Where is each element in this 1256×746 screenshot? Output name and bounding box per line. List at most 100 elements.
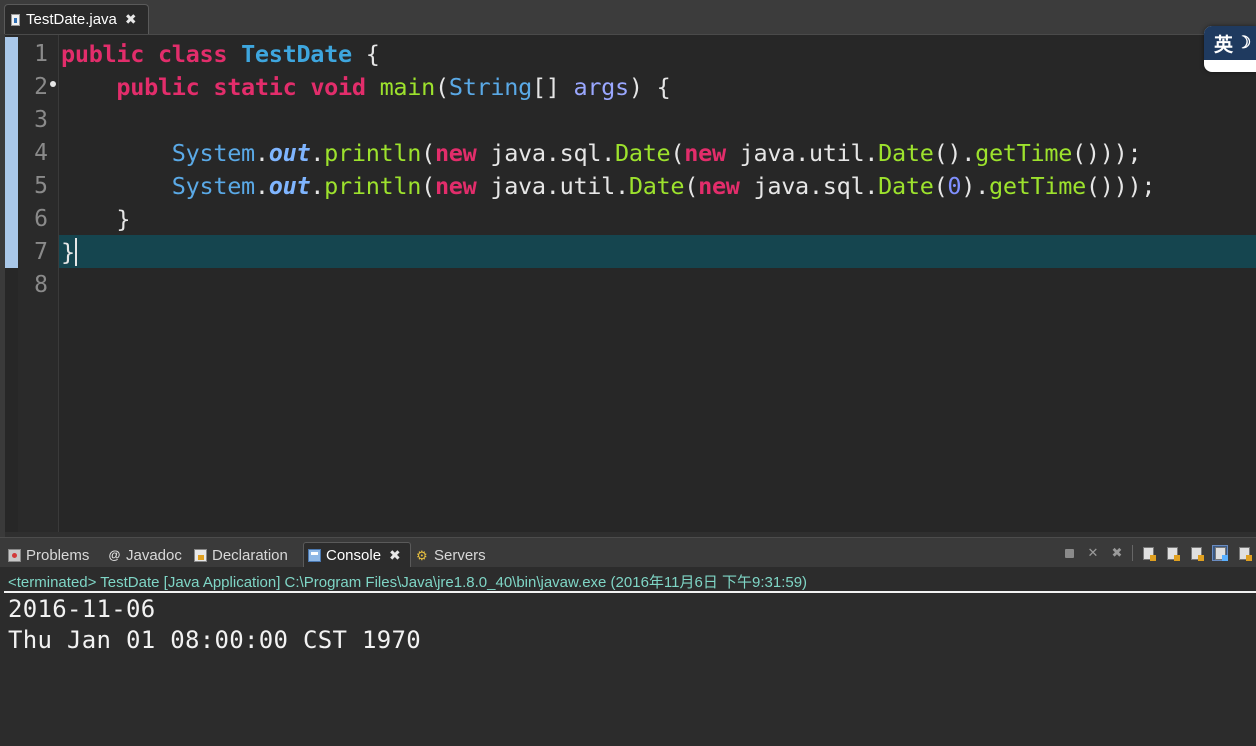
tab-label: Javadoc — [126, 546, 182, 564]
tab-label: Servers — [434, 546, 486, 564]
line-number: 4 — [34, 140, 48, 166]
paren: ( — [933, 172, 948, 200]
package-path: java.util. — [490, 172, 629, 200]
class-ref: Date — [628, 172, 685, 200]
clear-console-button[interactable] — [1140, 545, 1156, 561]
method-name: main — [379, 73, 436, 101]
brace: { — [365, 40, 380, 68]
code-line-5: System.out.println(new java.util.Date(ne… — [61, 170, 1156, 203]
current-line-highlight — [59, 235, 1256, 268]
package-path: java.sql. — [753, 172, 879, 200]
close-icon[interactable]: ✖ — [389, 547, 401, 564]
method-name: getTime — [988, 172, 1086, 200]
display-console-button[interactable] — [1236, 545, 1252, 561]
remove-icon: ✕ — [1087, 545, 1099, 560]
at-sign-icon: @ — [108, 547, 121, 562]
code-line-4: System.out.println(new java.sql.Date(new… — [61, 137, 1142, 170]
number-literal: 0 — [947, 172, 962, 200]
method-name: println — [324, 139, 422, 167]
code-line-1: public class TestDate { — [61, 38, 380, 71]
terminate-button[interactable] — [1061, 545, 1077, 561]
static-field: out — [268, 172, 311, 200]
brace: } — [61, 238, 75, 266]
text-caret — [75, 238, 77, 266]
change-ruler-marker — [5, 37, 18, 268]
code-editor[interactable]: 1 2 3 4 5 6 7 8 public class TestDate { … — [5, 34, 1256, 532]
remove-launch-button[interactable]: ✕ — [1085, 545, 1101, 561]
word-wrap-icon — [1190, 546, 1204, 561]
console-divider — [4, 591, 1256, 593]
fold-marker-icon[interactable] — [50, 81, 56, 87]
class-ref: Date — [878, 139, 934, 167]
stop-icon — [1064, 548, 1074, 558]
scroll-lock-button[interactable] — [1164, 545, 1180, 561]
console-output-line: 2016-11-06 — [8, 595, 156, 623]
word-wrap-button[interactable] — [1188, 545, 1204, 561]
clear-console-icon — [1142, 546, 1156, 561]
paren: ())); — [1085, 172, 1156, 200]
close-icon[interactable]: ✖ — [125, 11, 137, 28]
paren: ( — [421, 139, 435, 167]
pin-console-button[interactable] — [1212, 545, 1228, 561]
paren: ())); — [1072, 139, 1142, 167]
moon-icon: ☽ — [1236, 33, 1252, 52]
keyword: new — [434, 172, 477, 200]
pin-console-icon — [1214, 546, 1228, 561]
console-icon — [308, 549, 321, 562]
keyword: public — [116, 73, 200, 101]
tab-console[interactable]: Console ✖ — [303, 542, 411, 568]
editor-tab-label: TestDate.java — [26, 11, 117, 28]
method-name: println — [324, 172, 422, 200]
keyword: public — [61, 40, 145, 68]
tab-servers[interactable]: ⚙ Servers — [416, 542, 486, 568]
line-number: 3 — [34, 107, 48, 133]
code-line-6: } — [61, 203, 130, 236]
line-number: 7 — [34, 239, 48, 265]
console-output-area[interactable]: <terminated> TestDate [Java Application]… — [0, 567, 1256, 746]
problems-icon — [8, 548, 21, 562]
line-number: 5 — [34, 173, 48, 199]
dot: . — [310, 172, 325, 200]
editor-tab-bar: TestDate.java ✖ — [0, 0, 1256, 34]
console-output-line: Thu Jan 01 08:00:00 CST 1970 — [8, 626, 421, 654]
parameter-name: args — [573, 73, 629, 101]
ime-indicator[interactable]: 英 ☽ — [1204, 26, 1256, 72]
paren: ( — [670, 139, 685, 167]
paren: ( — [684, 172, 699, 200]
paren: (). — [933, 139, 976, 167]
line-number-gutter: 1 2 3 4 5 6 7 8 — [18, 35, 59, 532]
paren: ( — [421, 172, 435, 200]
toolbar-separator — [1132, 545, 1133, 561]
method-name: getTime — [975, 139, 1073, 167]
tab-label: Console — [326, 547, 382, 564]
tab-declaration[interactable]: Declaration — [194, 542, 288, 568]
code-line-7: } — [61, 236, 75, 269]
type-name: System — [171, 172, 255, 200]
line-number: 6 — [34, 206, 48, 232]
line-number: 1 — [34, 41, 48, 67]
tab-javadoc[interactable]: @ Javadoc — [108, 542, 182, 568]
brackets: [] — [531, 73, 574, 101]
class-ref: Date — [615, 139, 671, 167]
tab-problems[interactable]: Problems — [8, 542, 89, 568]
remove-all-icon: ✖ — [1111, 545, 1123, 560]
dot: . — [254, 172, 269, 200]
class-ref: Date — [878, 172, 934, 200]
line-number: 8 — [34, 272, 48, 298]
package-path: java.util. — [739, 139, 879, 167]
tab-label: Problems — [26, 546, 90, 564]
keyword: new — [684, 139, 726, 167]
type-name: System — [171, 139, 255, 167]
paren: ( — [434, 73, 449, 101]
brace: } — [116, 205, 131, 233]
class-name: TestDate — [241, 40, 352, 68]
java-file-icon — [11, 13, 20, 26]
console-toolbar: ✕ ✖ — [1057, 542, 1256, 564]
view-tab-bar: Problems @ Javadoc Declaration Console ✖… — [0, 537, 1256, 568]
type-name: String — [448, 73, 532, 101]
keyword: static — [213, 73, 297, 101]
editor-tab-testdate[interactable]: TestDate.java ✖ — [4, 4, 149, 34]
remove-all-button[interactable]: ✖ — [1109, 545, 1125, 561]
display-console-icon — [1238, 546, 1252, 561]
code-line-2: public static void main(String[] args) { — [61, 71, 670, 104]
